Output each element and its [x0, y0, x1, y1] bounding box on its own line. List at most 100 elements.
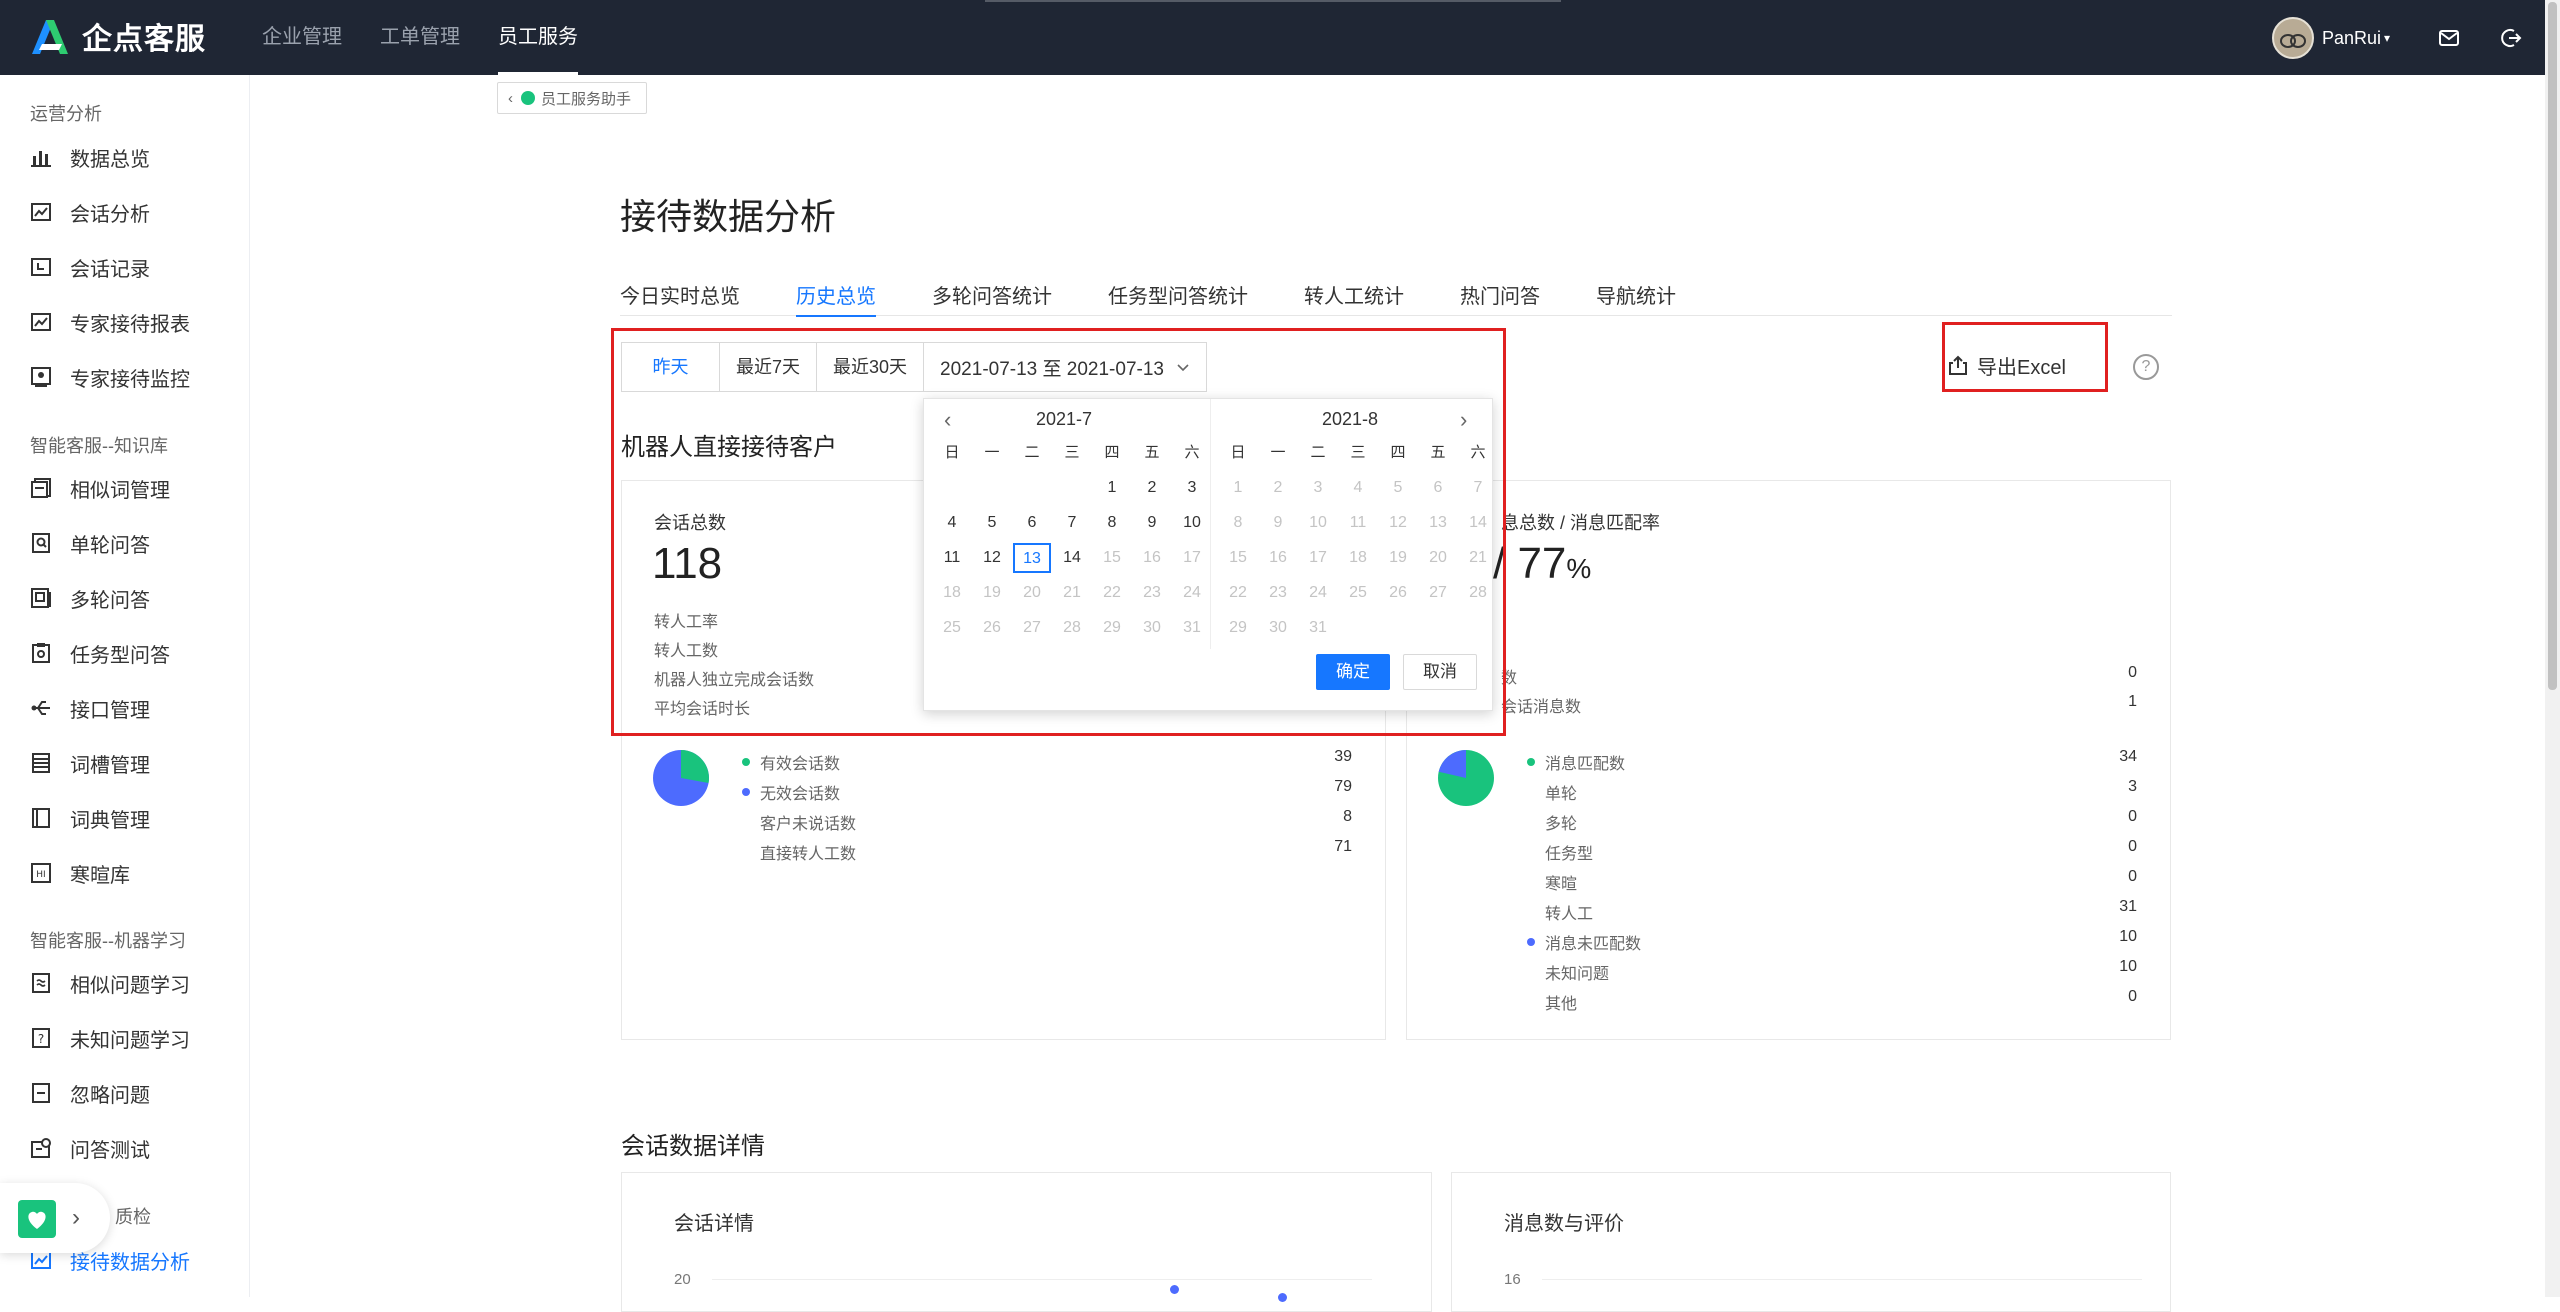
tab-task-qa-stats[interactable]: 任务型问答统计 — [1108, 280, 1248, 316]
calendar-day[interactable]: 4 — [932, 513, 972, 548]
calendar-day[interactable]: 14 — [1052, 548, 1092, 583]
scrollbar-thumb[interactable] — [2548, 2, 2557, 690]
calendar-day[interactable]: 5 — [972, 513, 1012, 548]
session-detail-title: 会话详情 — [674, 1213, 754, 1235]
calendar-day[interactable]: 3 — [1172, 478, 1212, 513]
sidebar-item-expert-monitor[interactable]: 专家接待监控 — [30, 362, 190, 392]
legend-unknown-label: 未知问题 — [1545, 966, 1610, 983]
calendar-day: 21 — [1469, 549, 1487, 566]
calendar-day[interactable]: 2 — [1132, 478, 1172, 513]
legend-other-label: 其他 — [1545, 996, 1578, 1013]
calendar-day: 24 — [1183, 584, 1201, 601]
sidebar-item-label: 寒暄库 — [70, 864, 130, 887]
legend-greeting-value: 0 — [2128, 868, 2137, 885]
cancel-button[interactable]: 取消 — [1403, 654, 1477, 690]
calendar-day[interactable]: 12 — [972, 548, 1012, 583]
chevron-right-icon[interactable]: › — [72, 1204, 80, 1232]
svg-text:HI: HI — [36, 870, 45, 880]
calendar-day[interactable]: 13 — [1012, 543, 1052, 583]
test-icon — [31, 1138, 51, 1158]
sidebar-item-dictionary[interactable]: 词典管理 — [30, 803, 150, 833]
export-excel-button[interactable]: 导出Excel — [1947, 343, 2066, 387]
brand[interactable]: 企点客服 — [28, 16, 206, 56]
sidebar-item-data-overview[interactable]: 数据总览 — [30, 142, 150, 172]
sidebar-item-unknown-learning[interactable]: ? 未知问题学习 — [30, 1023, 190, 1053]
range-last30-button[interactable]: 最近30天 — [817, 343, 925, 391]
sidebar-item-session-analysis[interactable]: 会话分析 — [30, 197, 150, 227]
tab-hot-questions[interactable]: 热门问答 — [1460, 280, 1540, 316]
weekday-label: 一 — [984, 444, 1000, 461]
sidebar-group-title: 智能客服--机器学习 — [30, 931, 186, 951]
sidebar-item-api-management[interactable]: 接口管理 — [30, 693, 150, 723]
sidebar-item-qa-test[interactable]: 问答测试 — [30, 1133, 150, 1163]
sidebar-item-multi-qa[interactable]: 多轮问答 — [30, 583, 150, 613]
user-menu[interactable]: PanRui ▾ — [2272, 17, 2390, 59]
topnav-enterprise[interactable]: 企业管理 — [262, 0, 342, 75]
legend-unmatched-label: 消息未匹配数 — [1545, 936, 1642, 953]
helper-icon[interactable] — [18, 1200, 56, 1238]
mail-icon[interactable] — [2438, 27, 2460, 49]
sidebar-item-synonyms[interactable]: 相似词管理 — [30, 473, 170, 503]
tab-transfer-stats[interactable]: 转人工统计 — [1304, 280, 1404, 316]
session-message-label: 会话消息数 — [1501, 699, 1582, 716]
calendar-week-row: 25 26 27 28 29 30 31 — [932, 618, 1212, 653]
calendar-day[interactable]: 11 — [932, 548, 972, 583]
sidebar-group-title: 智能客服--知识库 — [30, 436, 168, 456]
weekday-header-row: 日一二三四五六 — [1218, 443, 1498, 478]
sidebar-item-slot-management[interactable]: 词槽管理 — [30, 748, 150, 778]
confirm-button[interactable]: 确定 — [1316, 654, 1390, 690]
topnav-staff-service[interactable]: 员工服务 — [498, 0, 578, 75]
calendar-week-row: 15 16 17 18 19 20 21 — [1218, 548, 1498, 583]
selected-day[interactable]: 13 — [1013, 543, 1051, 573]
tab-navigation-stats[interactable]: 导航统计 — [1596, 280, 1676, 316]
date-range-input[interactable]: 2021-07-13 至 2021-07-13 — [924, 343, 1206, 391]
calendar-empty-cell — [1378, 618, 1418, 653]
calendar-day[interactable]: 1 — [1092, 478, 1132, 513]
session-pie-chart — [653, 750, 709, 806]
tab-multi-turn-stats[interactable]: 多轮问答统计 — [932, 280, 1052, 316]
legend-invalid-label: 无效会话数 — [760, 786, 841, 803]
sidebar-item-greetings[interactable]: HI 寒暄库 — [30, 858, 130, 888]
logout-icon[interactable] — [2500, 27, 2522, 49]
detail-section-title: 会话数据详情 — [621, 1133, 765, 1160]
calendar-day: 15 — [1103, 549, 1121, 566]
calendar-day: 23 — [1143, 584, 1161, 601]
weekday-label: 一 — [1270, 444, 1286, 461]
calendar-day[interactable]: 10 — [1172, 513, 1212, 548]
sidebar-item-single-qa[interactable]: 单轮问答 — [30, 528, 150, 558]
avatar[interactable] — [2272, 17, 2314, 59]
floating-helper[interactable]: › — [0, 1183, 110, 1253]
sidebar-group-title: 运营分析 — [30, 104, 102, 124]
range-last7-button[interactable]: 最近7天 — [720, 343, 818, 391]
page-scrollbar[interactable] — [2545, 0, 2560, 1297]
back-to-helper-button[interactable]: ‹ 员工服务助手 — [497, 82, 647, 114]
message-rating-card: 消息数与评价 16 — [1451, 1172, 2171, 1312]
range-yesterday-button[interactable]: 昨天 — [622, 343, 720, 391]
y-axis-tick: 20 — [674, 1271, 691, 1288]
date-range-value: 2021-07-13 至 2021-07-13 — [940, 358, 1164, 380]
calendar-day: 30 — [1269, 619, 1287, 636]
calendar-day: 27 — [1429, 584, 1447, 601]
username[interactable]: PanRui — [2322, 28, 2381, 49]
tab-today-realtime[interactable]: 今日实时总览 — [620, 280, 740, 316]
topnav-tickets[interactable]: 工单管理 — [380, 0, 460, 75]
calendar-day[interactable]: 7 — [1052, 513, 1092, 548]
heart-icon — [28, 1211, 46, 1229]
sidebar-item-label: 相似问题学习 — [70, 974, 190, 997]
calendar-day: 9 — [1273, 514, 1283, 531]
calendar-day[interactable]: 8 — [1092, 513, 1132, 548]
sidebar-item-similar-learning[interactable]: 相似问题学习 — [30, 968, 190, 998]
help-icon[interactable]: ? — [2133, 354, 2159, 380]
calendar-day: 12 — [1389, 514, 1407, 531]
sidebar-item-session-records[interactable]: 会话记录 — [30, 252, 150, 282]
legend-unknown-value: 10 — [2119, 958, 2137, 975]
legend-transfer-value: 31 — [2119, 898, 2137, 915]
caret-down-icon[interactable]: ▾ — [2384, 31, 2390, 45]
sidebar-item-expert-report[interactable]: 专家接待报表 — [30, 307, 190, 337]
list-icon — [32, 753, 50, 773]
legend-task-value: 0 — [2128, 838, 2137, 855]
sidebar-item-ignored[interactable]: 忽略问题 — [30, 1078, 150, 1108]
sidebar-item-task-qa[interactable]: 任务型问答 — [30, 638, 170, 668]
calendar-day[interactable]: 9 — [1132, 513, 1172, 548]
tab-history-overview[interactable]: 历史总览 — [796, 280, 876, 317]
